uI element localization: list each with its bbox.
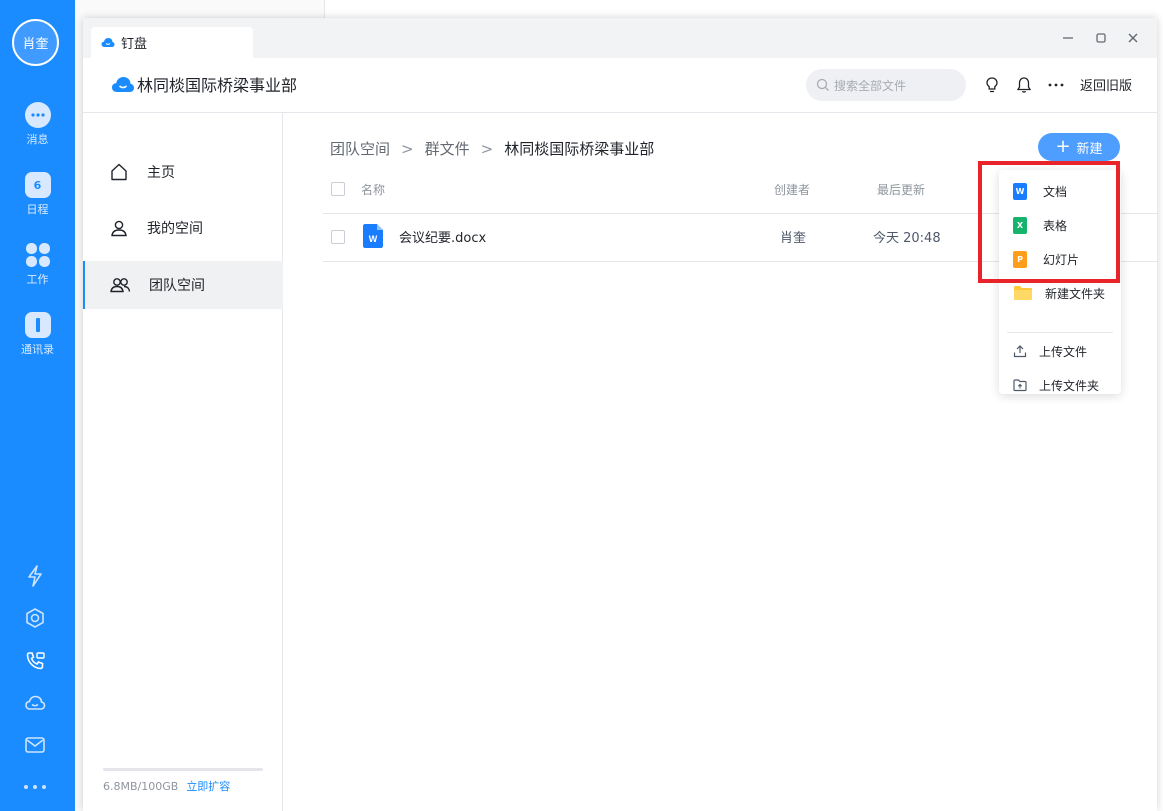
rail-item-label: 消息 (26, 133, 49, 146)
breadcrumb-group-files[interactable]: 群文件 (425, 138, 470, 159)
folder-icon (1014, 286, 1032, 300)
highlight-box (978, 161, 1120, 283)
menu-item-label: 上传文件夹 (1039, 378, 1100, 393)
maximize-icon[interactable] (1093, 30, 1109, 46)
expand-storage-link[interactable]: 立即扩容 (186, 780, 230, 793)
sidebar-item-label: 主页 (147, 165, 175, 181)
rail-item-calendar[interactable]: 6 日程 (0, 172, 75, 217)
rail-item-label: 工作 (26, 273, 49, 286)
new-button[interactable]: + 新建 (1038, 133, 1120, 161)
menu-item-label: 上传文件 (1039, 344, 1088, 359)
column-header-name[interactable]: 名称 (361, 181, 385, 198)
menu-item-upload-folder[interactable]: 上传文件夹 (999, 368, 1121, 402)
cloud-icon[interactable] (22, 690, 48, 716)
bell-icon[interactable] (1015, 76, 1033, 94)
menu-item-upload-file[interactable]: 上传文件 (999, 334, 1121, 368)
column-header-creator[interactable]: 创建者 (774, 181, 810, 198)
svg-text:W: W (369, 234, 378, 244)
chevron-right-icon: > (401, 139, 414, 158)
apps-icon (25, 242, 51, 268)
storage-progress-bar (103, 768, 263, 771)
sidebar-item-my-space[interactable]: 我的空间 (83, 204, 283, 252)
chat-icon (24, 102, 51, 128)
select-all-checkbox[interactable] (331, 182, 345, 196)
plus-icon: + (1055, 136, 1071, 157)
dingpan-cloud-icon (112, 76, 134, 92)
search-icon (816, 78, 829, 91)
avatar[interactable]: 肖奎 (12, 19, 59, 66)
calendar-day: 6 (33, 178, 42, 192)
close-icon[interactable] (1125, 30, 1141, 46)
menu-divider (1007, 332, 1113, 333)
lightning-icon[interactable] (22, 563, 48, 589)
user-icon (111, 220, 127, 237)
calendar-icon: 6 (24, 172, 51, 198)
app-rail: 肖奎 消息 6 日程 工作 通讯录 (0, 0, 75, 811)
dingpan-window: 钉盘 林同棪国际桥梁事业部 搜索全部文件 返回旧版 主页 我的空间 团队空间 6… (83, 18, 1159, 811)
page-header: 林同棪国际桥梁事业部 搜索全部文件 返回旧版 (83, 58, 1157, 113)
breadcrumb-team-space[interactable]: 团队空间 (330, 138, 390, 159)
dingpan-logo-icon (101, 38, 115, 47)
file-name[interactable]: 会议纪要.docx (399, 227, 486, 246)
team-icon (110, 278, 131, 293)
title-bar: 钉盘 (83, 18, 1157, 58)
search-input[interactable]: 搜索全部文件 (806, 69, 966, 101)
page-title: 林同棪国际桥梁事业部 (111, 72, 297, 96)
sidebar-item-team-space[interactable]: 团队空间 (83, 261, 283, 309)
cube-icon[interactable] (22, 605, 48, 631)
file-updated: 今天 20:48 (873, 231, 941, 246)
breadcrumb: 团队空间 > 群文件 > 林同棪国际桥梁事业部 (330, 138, 654, 159)
menu-item-label: 新建文件夹 (1045, 286, 1106, 301)
lightbulb-icon[interactable] (983, 76, 1001, 94)
tab-title: 钉盘 (121, 37, 148, 52)
more-options-icon[interactable] (1047, 76, 1065, 94)
chevron-right-icon: > (480, 139, 494, 158)
file-creator: 肖奎 (780, 231, 807, 246)
rail-item-messages[interactable]: 消息 (0, 102, 75, 147)
search-placeholder: 搜索全部文件 (834, 78, 907, 93)
phone-icon[interactable] (22, 648, 48, 674)
rail-item-work[interactable]: 工作 (0, 242, 75, 287)
new-button-label: 新建 (1076, 141, 1103, 157)
upload-file-icon (1013, 345, 1027, 358)
contacts-icon (24, 312, 51, 338)
mail-icon[interactable] (22, 732, 48, 758)
rail-item-label: 日程 (26, 203, 49, 216)
rail-item-label: 通讯录 (21, 343, 54, 356)
tab-dingpan[interactable]: 钉盘 (91, 27, 253, 58)
minimize-icon[interactable] (1060, 30, 1076, 46)
sidebar-item-home[interactable]: 主页 (83, 148, 283, 196)
more-icon[interactable] (22, 774, 48, 800)
home-icon (111, 163, 127, 181)
row-checkbox[interactable] (331, 230, 345, 244)
quota-text: 6.8MB/100GB (103, 780, 179, 793)
back-to-old-version-link[interactable]: 返回旧版 (1080, 75, 1132, 94)
upload-folder-icon (1013, 379, 1027, 392)
storage-quota: 6.8MB/100GB 立即扩容 (103, 778, 230, 794)
word-file-icon: W (363, 224, 383, 252)
sidebar-item-label: 我的空间 (147, 221, 203, 237)
sidebar-item-label: 团队空间 (149, 278, 205, 294)
column-header-updated[interactable]: 最后更新 (877, 181, 925, 198)
org-name: 林同棪国际桥梁事业部 (137, 76, 298, 95)
breadcrumb-current: 林同棪国际桥梁事业部 (504, 140, 655, 158)
rail-item-contacts[interactable]: 通讯录 (0, 312, 75, 357)
sidebar: 主页 我的空间 团队空间 6.8MB/100GB 立即扩容 (83, 113, 283, 811)
